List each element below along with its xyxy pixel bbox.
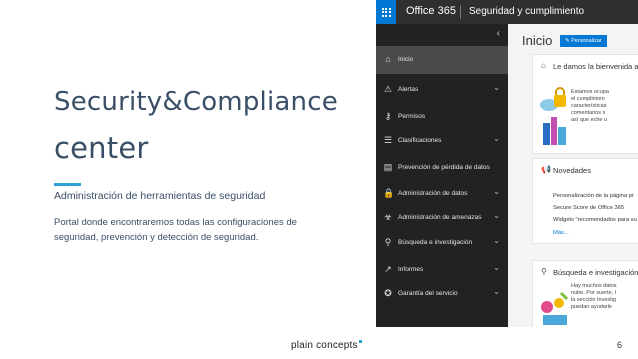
logo-text: plain concepts	[291, 340, 358, 351]
chevron-down-icon[interactable]: ⌄	[493, 134, 500, 143]
slide-title-line-2: center	[54, 131, 149, 165]
chart-icon: ↗	[384, 264, 392, 274]
home-icon: ⌂	[541, 61, 546, 70]
plain-concepts-logo: plain concepts	[291, 340, 362, 351]
alert-icon: ⚠	[383, 84, 393, 94]
chevron-down-icon[interactable]: ⌄	[493, 211, 500, 220]
nav-item-1[interactable]: ⌂ Inicio	[376, 46, 508, 74]
chevron-down-icon[interactable]: ⌄	[493, 263, 500, 272]
chevron-down-icon[interactable]: ⌄	[493, 287, 500, 296]
search-card: ⚲ Búsqueda e investigación Hay muchos da…	[532, 260, 638, 327]
office-topbar: Office 365 Seguridad y cumplimiento	[376, 0, 638, 24]
news-item[interactable]: Widgets "recomendados para su	[553, 217, 637, 223]
nav-item-label: Búsqueda e investigación	[398, 239, 473, 246]
nav-item-10[interactable]: ✪ Garantía del servicio ⌄	[376, 280, 508, 308]
nav-item-7[interactable]: ☣ Administración de amenazas ⌄	[376, 204, 508, 232]
app-launcher-icon[interactable]	[376, 0, 396, 24]
nav-item-label: Alertas	[398, 86, 419, 93]
investigation-illustration-icon	[541, 291, 569, 325]
slide-title-line-1: Security&Compliance	[54, 87, 338, 117]
main-content: Inicio ✎ Personalizar ⌂ Le damos la bien…	[508, 24, 638, 327]
news-card-title: Novedades	[553, 166, 591, 175]
service-assurance-icon: ✪	[384, 288, 392, 298]
news-item[interactable]: Personalización de la página pr	[553, 193, 634, 199]
nav-item-2[interactable]: ⚠ Alertas ⌄	[376, 76, 508, 104]
search-card-text: Hay muchos datos nube. Por suerte, l la …	[571, 283, 617, 310]
nav-item-label: Prevención de pérdida de datos	[398, 164, 490, 171]
chevron-down-icon[interactable]: ⌄	[493, 236, 500, 245]
search-card-title: Búsqueda e investigación	[553, 268, 638, 277]
nav-item-4[interactable]: ☰ Clasificaciones ⌄	[376, 127, 508, 155]
nav-item-8[interactable]: ⚲ Búsqueda e investigación ⌄	[376, 229, 508, 257]
nav-item-5[interactable]: ▤ Prevención de pérdida de datos	[376, 154, 508, 182]
nav-item-label: Inicio	[398, 56, 414, 63]
left-nav: ‹ ⌂ Inicio ⚠ Alertas ⌄ ⚷ Permisos ☰ Clasificacio…	[376, 24, 508, 327]
chevron-down-icon[interactable]: ⌄	[493, 83, 500, 92]
nav-item-label: Clasificaciones	[398, 137, 442, 144]
chevron-left-icon[interactable]: ‹	[497, 28, 500, 39]
megaphone-icon: 📢	[541, 165, 551, 174]
search-icon: ⚲	[384, 237, 392, 247]
security-compliance-screenshot: Office 365 Seguridad y cumplimiento ‹ ⌂ I…	[376, 0, 638, 327]
accent-divider	[54, 183, 81, 186]
logo-dot	[358, 340, 362, 343]
news-item[interactable]: Secure Score de Office 365	[553, 205, 624, 211]
slide-subtitle: Administración de herramientas de seguri…	[54, 190, 266, 202]
page-number: 6	[617, 340, 623, 350]
news-more-link[interactable]: Más...	[553, 230, 569, 236]
chevron-down-icon[interactable]: ⌄	[493, 187, 500, 196]
personalize-button[interactable]: ✎ Personalizar	[560, 35, 607, 47]
page-title: Inicio	[522, 33, 553, 48]
nav-item-label: Administración de datos	[398, 190, 468, 197]
nav-item-label: Permisos	[398, 113, 426, 120]
welcome-card-title: Le damos la bienvenida al	[553, 62, 638, 71]
classification-icon: ☰	[383, 135, 393, 145]
topbar-separator	[460, 5, 461, 19]
welcome-card: ⌂ Le damos la bienvenida al Estamos ocup…	[532, 54, 638, 154]
permissions-icon: ⚷	[384, 111, 392, 121]
news-card: 📢 Novedades Personalización de la página…	[532, 158, 638, 244]
nav-item-label: Informes	[398, 266, 424, 273]
nav-item-label: Garantía del servicio	[398, 290, 458, 297]
office-brand[interactable]: Office 365	[406, 5, 456, 17]
data-loss-prevention-icon: ▤	[383, 162, 393, 172]
security-illustration-icon	[540, 87, 566, 145]
threat-icon: ☣	[383, 212, 393, 222]
slide-title: Security&Compliance center	[54, 80, 354, 170]
app-section-title: Seguridad y cumplimiento	[469, 6, 585, 17]
lock-icon: 🔒	[383, 188, 395, 198]
nav-item-label: Administración de amenazas	[398, 214, 482, 221]
welcome-card-text: Estamos ocupa el cumplimien característi…	[571, 89, 609, 123]
home-icon: ⌂	[385, 54, 391, 64]
slide-body-text: Portal donde encontraremos todas las con…	[54, 217, 297, 243]
search-icon: ⚲	[541, 267, 547, 276]
